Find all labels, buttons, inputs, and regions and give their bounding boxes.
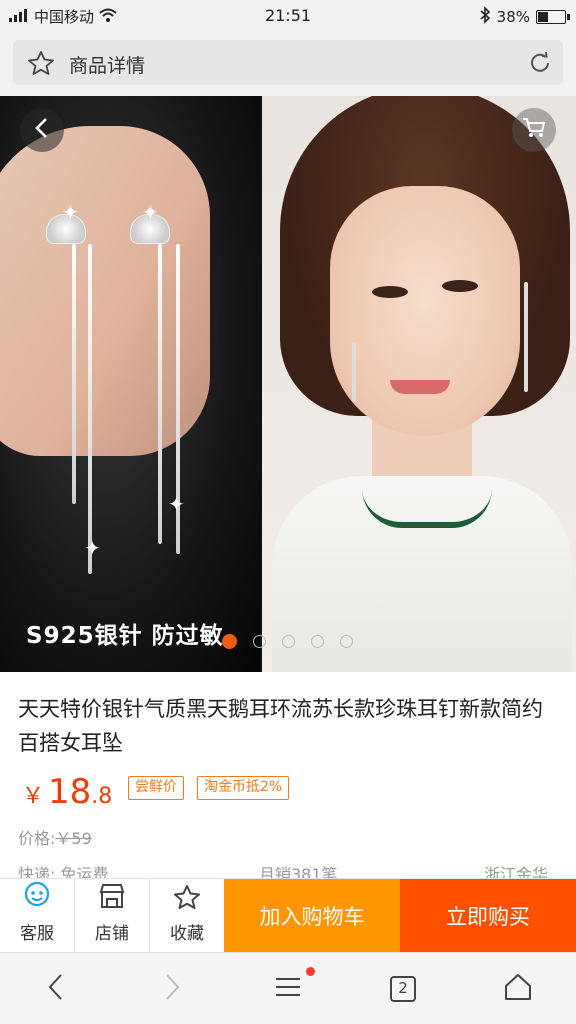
carousel-dot[interactable]: [282, 635, 295, 648]
action-bar: 客服 店铺 收藏 加入购物车 立即购买: [0, 878, 576, 953]
currency-symbol: ￥: [22, 784, 45, 809]
chevron-right-icon: [162, 972, 182, 1006]
notification-dot: [306, 967, 315, 976]
shop-button[interactable]: 店铺: [75, 879, 149, 953]
browser-home-button[interactable]: [498, 969, 538, 1009]
original-price-value: ￥59: [55, 829, 92, 848]
title-bar: 商品详情: [0, 32, 576, 96]
product-title: 天天特价银针气质黑天鹅耳环流苏长款珍珠耳钉新款简约百搭女耳坠: [18, 697, 543, 755]
shopping-cart-icon: [522, 117, 546, 143]
favorite-label: 收藏: [170, 924, 204, 944]
price-integer: 18: [48, 772, 92, 812]
model-earring: [524, 282, 528, 392]
tag-taojinbi: 淘金币抵2%: [197, 776, 290, 800]
browser-forward-button[interactable]: [152, 969, 192, 1009]
earring-chain: [88, 244, 92, 574]
model-eye: [442, 280, 478, 292]
original-price: 价格:￥59: [18, 825, 92, 849]
add-to-cart-button[interactable]: 加入购物车: [224, 879, 400, 953]
model-eye: [372, 286, 408, 298]
carousel-dot[interactable]: [253, 635, 266, 648]
product-photo-earrings: ✦ ✦ ✦ ✦ S925银针 防过敏: [0, 96, 260, 672]
store-icon: [97, 882, 127, 915]
browser-menu-button[interactable]: [268, 967, 315, 1009]
browser-back-button[interactable]: [36, 969, 76, 1009]
product-info: 天天特价银针气质黑天鹅耳环流苏长款珍珠耳钉新款简约百搭女耳坠 ￥ 18 .8 尝…: [0, 672, 576, 884]
sparkle-icon: ✦: [62, 200, 79, 224]
original-price-label: 价格:: [18, 829, 56, 848]
sparkle-icon: ✦: [168, 492, 185, 516]
carousel-dot-active[interactable]: [222, 634, 237, 649]
sparkle-icon: ✦: [142, 200, 159, 224]
earring-chain: [158, 244, 162, 544]
tab-count: 2: [398, 979, 408, 997]
sparkle-icon: ✦: [84, 536, 101, 560]
carousel-dot[interactable]: [340, 635, 353, 648]
model-earring: [352, 342, 356, 402]
product-photo-model: [262, 96, 576, 672]
customer-service-button[interactable]: 客服: [0, 879, 74, 953]
product-image-gallery[interactable]: ✦ ✦ ✦ ✦ S925银针 防过敏: [0, 96, 576, 672]
tag-trial-price: 尝鲜价: [128, 776, 184, 800]
promo-text: S925银针 防过敏: [26, 623, 224, 649]
price-decimal: .8: [91, 784, 113, 809]
chat-bubble-icon: [22, 880, 52, 915]
customer-service-label: 客服: [20, 924, 54, 944]
chevron-left-icon: [33, 117, 51, 143]
battery-icon: [536, 10, 570, 24]
cart-button[interactable]: [512, 108, 556, 152]
browser-nav-bar: 2: [0, 952, 576, 1024]
shop-label: 店铺: [95, 924, 129, 944]
carousel-indicator: [222, 634, 353, 649]
chevron-left-icon: [46, 972, 66, 1006]
model-lips: [390, 380, 450, 394]
home-icon: [503, 972, 533, 1006]
menu-icon: [274, 975, 302, 1003]
buy-now-button[interactable]: 立即购买: [400, 879, 576, 953]
tabs-button[interactable]: 2: [383, 969, 423, 1009]
battery-percent: 38%: [496, 8, 530, 26]
earring-chain: [72, 244, 76, 504]
refresh-icon[interactable]: [527, 50, 553, 80]
model-collar: [362, 488, 492, 528]
back-button[interactable]: [20, 108, 64, 152]
battery-fill: [538, 12, 548, 22]
tabs-icon: 2: [389, 975, 417, 1003]
status-right: 38%: [479, 6, 570, 28]
favorite-button[interactable]: 收藏: [150, 879, 224, 953]
status-bar: 中国移动 21:51 38%: [0, 0, 576, 32]
carousel-dot[interactable]: [311, 635, 324, 648]
title-box: 商品详情: [13, 40, 563, 85]
model-face: [330, 186, 520, 436]
page-title: 商品详情: [69, 55, 146, 77]
price: ￥ 18 .8: [22, 772, 112, 812]
bluetooth-icon: [479, 6, 491, 28]
bookmark-star-icon[interactable]: [27, 50, 55, 80]
star-icon: [173, 884, 201, 915]
